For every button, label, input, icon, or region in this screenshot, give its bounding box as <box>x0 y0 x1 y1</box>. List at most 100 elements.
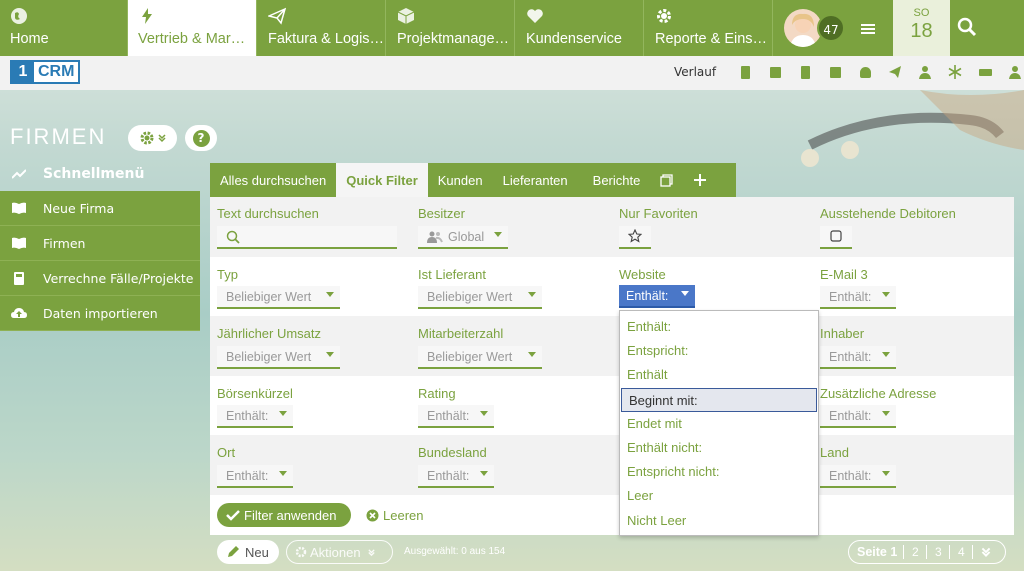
book-icon <box>11 200 27 216</box>
city-select[interactable]: Enthält: <box>217 465 293 488</box>
additional-address-label: Zusätzliche Adresse <box>820 386 937 401</box>
apply-filter-button[interactable]: Filter anwenden <box>217 503 351 527</box>
module-settings-button[interactable] <box>128 125 177 151</box>
sidebar-item-billable-cases[interactable]: Verrechne Fälle/Projekte <box>0 261 200 296</box>
module-title: FIRMEN <box>10 124 107 149</box>
dropdown-option[interactable]: Enthält: <box>620 315 818 339</box>
email3-select[interactable]: Enthält: <box>820 286 896 309</box>
person-icon[interactable] <box>910 62 940 82</box>
barcode-icon[interactable] <box>970 62 1000 82</box>
person-icon[interactable] <box>1000 62 1024 82</box>
sidebar-item-label: Neue Firma <box>43 200 115 216</box>
dropdown-option-highlighted[interactable]: Beginnt mit: <box>621 387 817 412</box>
copy-icon <box>660 173 674 187</box>
country-label: Land <box>820 445 849 460</box>
help-button[interactable]: ? <box>185 125 217 151</box>
email3-value: Enthält: <box>829 290 872 304</box>
actions-label: Aktionen <box>310 544 361 560</box>
type-value: Beliebiger Wert <box>226 290 312 304</box>
country-select[interactable]: Enthält: <box>820 465 896 488</box>
text-search-input[interactable] <box>217 226 397 249</box>
sidebar-item-quick-menu[interactable]: Schnellmenü <box>0 156 200 191</box>
dropdown-option[interactable]: Endet mit <box>620 412 818 436</box>
tab-billing-logistics[interactable]: Faktura & Logis… <box>258 0 386 56</box>
sidebar-item-label: Verrechne Fälle/Projekte <box>43 270 194 286</box>
tab-project-management[interactable]: Projektmanage… <box>387 0 515 56</box>
tab-home[interactable]: Home <box>0 0 128 56</box>
new-button-label: Neu <box>245 544 269 560</box>
calculator-icon[interactable] <box>790 62 820 82</box>
checkbox-icon <box>830 230 842 242</box>
rating-select[interactable]: Enthält: <box>418 405 494 428</box>
box-icon <box>397 8 415 24</box>
app-logo[interactable]: 1 CRM <box>10 60 81 84</box>
dropdown-option[interactable]: Leer <box>620 484 818 508</box>
history-link[interactable]: Verlauf <box>674 65 716 79</box>
sidebar-item-import-data[interactable]: Daten importieren <box>0 296 200 331</box>
hamburger-menu-icon[interactable] <box>857 18 879 40</box>
clear-filter-button[interactable]: Leeren <box>366 503 423 527</box>
type-select[interactable]: Beliebiger Wert <box>217 286 340 309</box>
filter-row: Ort Enthält: Bundesland Enthält: Land En… <box>210 435 1014 494</box>
top-navigation: Home Vertrieb & Mar… Faktura & Logis… Pr… <box>0 0 1024 56</box>
ticker-select[interactable]: Enthält: <box>217 405 293 428</box>
calendar-date[interactable]: SO 18 <box>893 0 950 56</box>
square-icon[interactable] <box>760 62 790 82</box>
new-button[interactable]: Neu <box>217 540 279 564</box>
sidebar-item-new-company[interactable]: Neue Firma <box>0 191 200 226</box>
employees-select[interactable]: Beliebiger Wert <box>418 346 542 369</box>
dropdown-option[interactable]: Enthält <box>620 363 818 387</box>
asterisk-icon[interactable] <box>940 62 970 82</box>
website-operator-select[interactable]: Enthält: <box>619 285 695 308</box>
add-tab-button[interactable] <box>683 163 717 197</box>
tab-customer-service[interactable]: Kundenservice <box>516 0 644 56</box>
tab-quick-filter[interactable]: Quick Filter <box>336 163 428 197</box>
sidebar-item-companies[interactable]: Firmen <box>0 226 200 261</box>
favorites-toggle[interactable] <box>619 226 651 249</box>
current-page[interactable]: Seite 1 <box>849 545 905 559</box>
website-value: Enthält: <box>626 289 669 303</box>
state-select[interactable]: Enthält: <box>418 465 494 488</box>
search-icon <box>226 230 240 244</box>
dropdown-option[interactable]: Entspricht: <box>620 339 818 363</box>
dropdown-option[interactable]: Entspricht nicht: <box>620 460 818 484</box>
notification-badge[interactable]: 47 <box>817 14 845 42</box>
more-pages-icon[interactable] <box>980 546 992 558</box>
tab-suppliers[interactable]: Lieferanten <box>493 163 578 197</box>
additional-address-select[interactable]: Enthält: <box>820 405 896 428</box>
tab-label: Faktura & Logis… <box>268 31 385 47</box>
double-chevron-down-icon <box>157 134 166 143</box>
pagination: Seite 1 2 3 4 <box>848 540 1006 564</box>
page-4-link[interactable]: 4 <box>950 545 974 559</box>
revenue-select[interactable]: Beliebiger Wert <box>217 346 340 369</box>
tab-reports[interactable]: Berichte <box>578 163 651 197</box>
tab-sales-marketing[interactable]: Vertrieb & Mar… <box>128 0 257 56</box>
actions-button[interactable]: Aktionen <box>286 540 393 564</box>
tab-reports-settings[interactable]: Reporte & Eins… <box>645 0 773 56</box>
owner2-select[interactable]: Enthält: <box>820 346 896 369</box>
square-icon[interactable] <box>820 62 850 82</box>
owner-label: Besitzer <box>418 206 465 221</box>
tab-customers[interactable]: Kunden <box>428 163 493 197</box>
page-3-link[interactable]: 3 <box>927 545 951 559</box>
owner-select[interactable]: Global <box>418 226 508 249</box>
dropdown-option[interactable]: Enthält nicht: <box>620 436 818 460</box>
page-2-link[interactable]: 2 <box>904 545 928 559</box>
search-icon[interactable] <box>956 16 978 38</box>
day-of-week: SO <box>913 7 930 19</box>
type-label: Typ <box>217 267 238 282</box>
plus-icon <box>694 174 707 186</box>
background-skater-image <box>801 90 1024 167</box>
gear-icon <box>295 546 307 558</box>
dropdown-option[interactable]: Nicht Leer <box>620 509 818 533</box>
duplicate-tab-button[interactable] <box>650 163 683 197</box>
filter-row: Börsenkürzel Enthält: Rating Enthält: Zu… <box>210 376 1014 435</box>
receivables-checkbox[interactable] <box>820 226 852 249</box>
paper-plane-icon[interactable] <box>880 62 910 82</box>
tree-icon[interactable] <box>850 62 880 82</box>
calculator-icon[interactable] <box>730 62 760 82</box>
tab-search-all[interactable]: Alles durchsuchen <box>210 163 336 197</box>
sidebar-item-label: Firmen <box>43 235 86 251</box>
help-icon: ? <box>192 129 210 147</box>
supplier-select[interactable]: Beliebiger Wert <box>418 286 542 309</box>
